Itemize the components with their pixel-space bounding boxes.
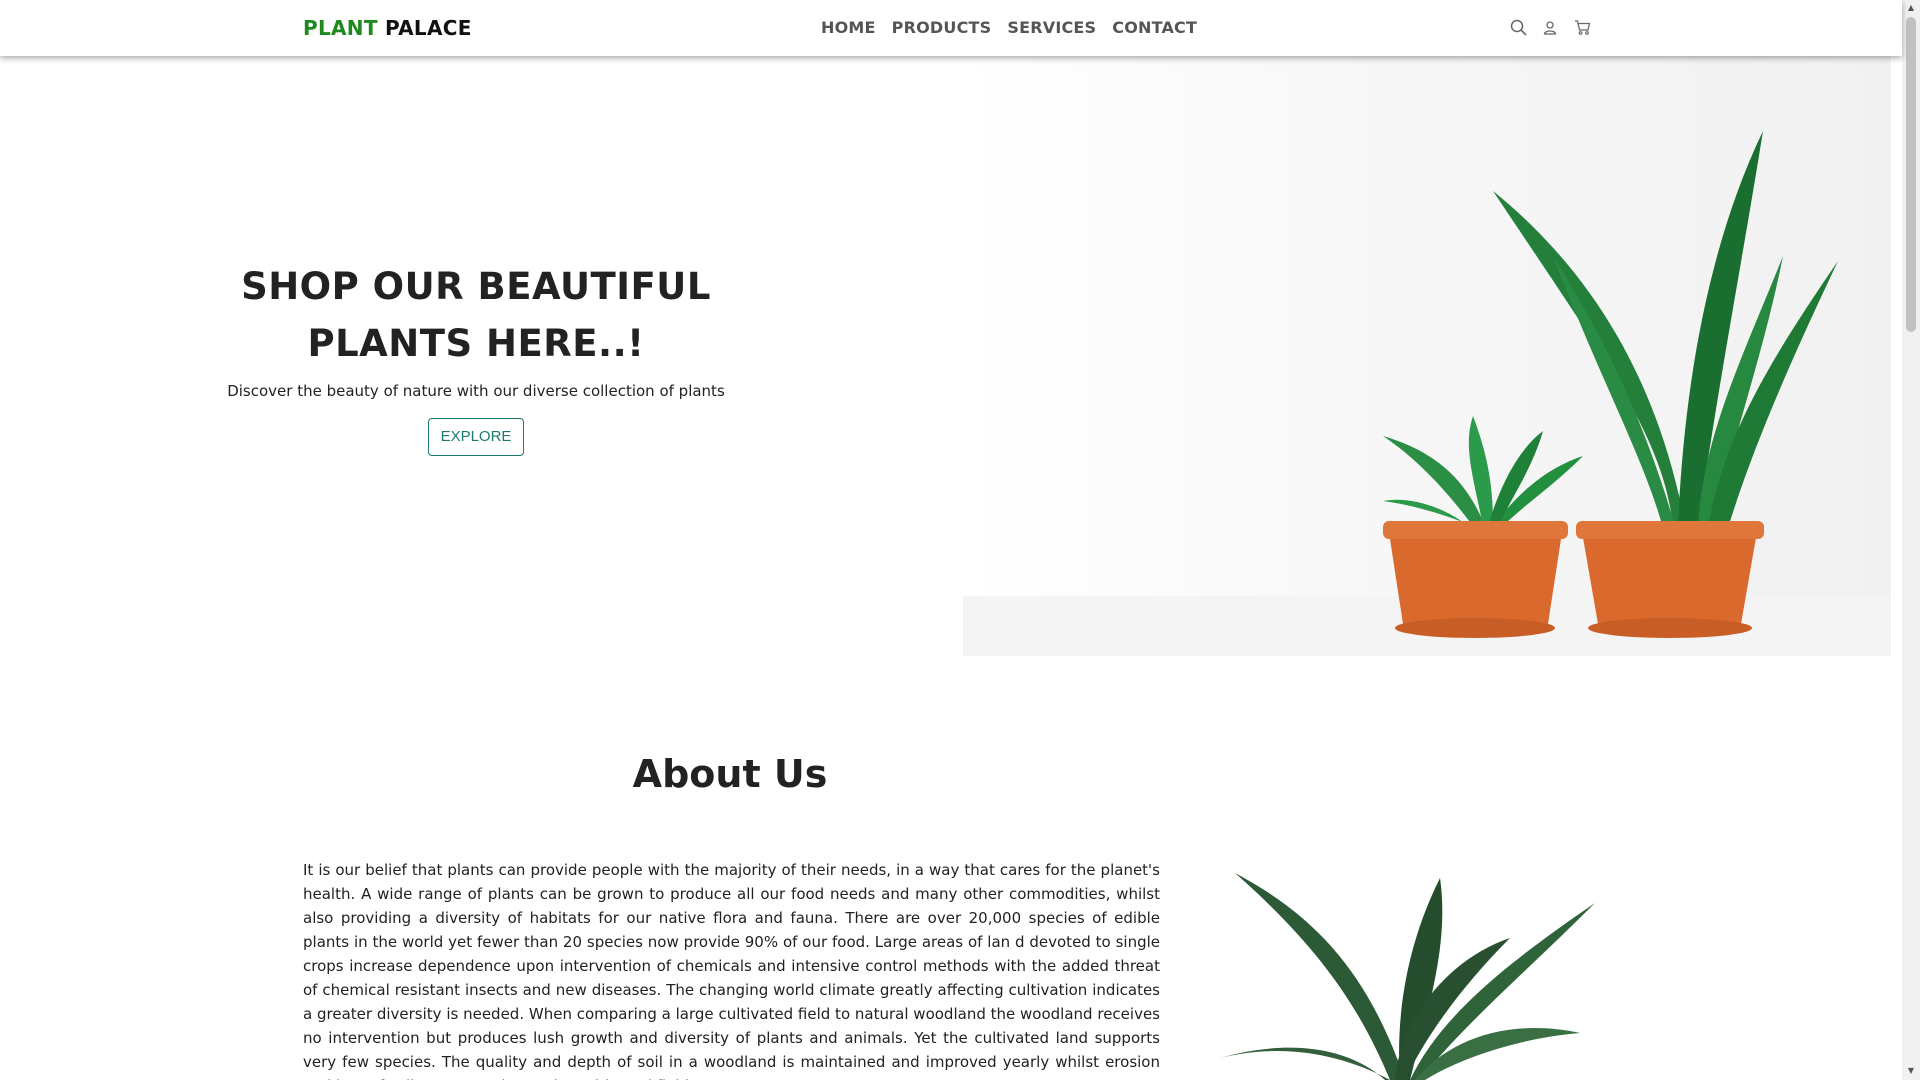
scroll-up-arrow-icon[interactable]: ▲ xyxy=(1906,3,1916,13)
nav-products[interactable]: PRODUCTS xyxy=(892,18,992,37)
nav-icons xyxy=(1509,18,1591,36)
brand-palace: PALACE xyxy=(385,16,472,40)
main-nav: HOME PRODUCTS SERVICES CONTACT xyxy=(821,18,1197,37)
nav-contact[interactable]: CONTACT xyxy=(1112,18,1197,37)
brand-plant: PLANT xyxy=(303,16,378,40)
about-plant-image xyxy=(1210,858,1600,1080)
hero-title: SHOP OUR BEAUTIFUL PLANTS HERE..! xyxy=(200,258,752,372)
hero-title-line2: PLANTS HERE..! xyxy=(307,322,645,365)
hero-subtitle: Discover the beauty of nature with our d… xyxy=(227,382,725,400)
search-icon[interactable] xyxy=(1509,18,1527,36)
hero-title-line1: SHOP OUR BEAUTIFUL xyxy=(241,265,711,308)
nav-services[interactable]: SERVICES xyxy=(1007,18,1096,37)
explore-button[interactable]: EXPLORE xyxy=(427,418,525,456)
navbar: PLANT PALACE HOME PRODUCTS SERVICES CONT… xyxy=(0,0,1902,56)
hero-plants-image xyxy=(963,56,1891,656)
scroll-down-arrow-icon[interactable]: ▼ xyxy=(1906,1066,1916,1076)
cart-icon[interactable] xyxy=(1573,18,1591,36)
hero-section: SHOP OUR BEAUTIFUL PLANTS HERE..! Discov… xyxy=(200,258,752,456)
user-icon[interactable] xyxy=(1541,18,1559,36)
about-title: About Us xyxy=(632,752,828,796)
about-text: It is our belief that plants can provide… xyxy=(303,861,1160,1080)
brand-logo[interactable]: PLANT PALACE xyxy=(303,16,472,40)
scrollbar-thumb[interactable] xyxy=(1906,17,1916,332)
nav-home[interactable]: HOME xyxy=(821,18,876,37)
